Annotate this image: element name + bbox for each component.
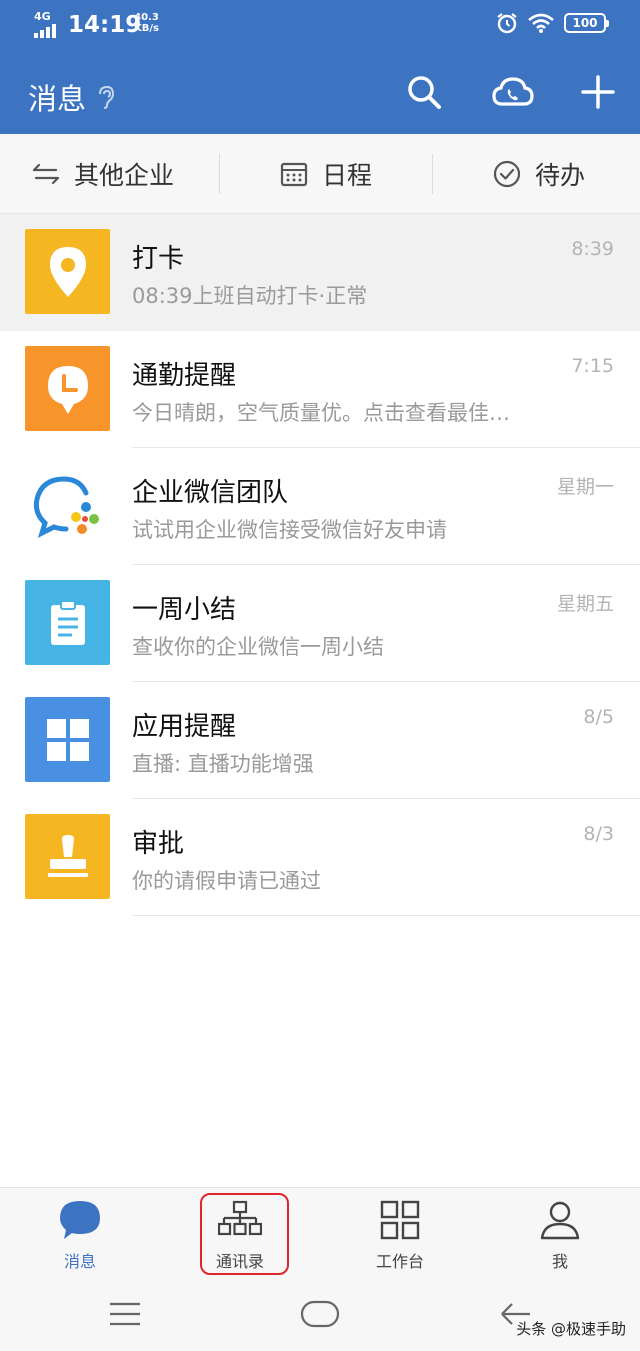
battery-icon: 100	[564, 13, 609, 33]
calendar-icon	[280, 162, 308, 187]
plus-icon[interactable]	[578, 72, 618, 112]
clock-pin-icon	[25, 346, 110, 431]
person-icon	[540, 1201, 580, 1240]
message-sender: 一周小结	[132, 595, 237, 625]
todo-label: 待办	[535, 161, 586, 190]
other-company-button[interactable]: 其他企业	[32, 134, 174, 214]
message-row-wecom-team[interactable]: 企业微信团队 试试用企业微信接受微信好友申请 星期一	[0, 448, 640, 565]
tab-label: 工作台	[375, 1252, 424, 1271]
message-row-approval[interactable]: 审批 你的请假申请已通过 8/3	[0, 799, 640, 916]
message-row-checkin[interactable]: 打卡 08:39上班自动打卡·正常 8:39	[0, 214, 640, 331]
location-icon	[25, 229, 110, 314]
chat-bubble-icon	[60, 1201, 100, 1239]
wecom-logo-icon	[25, 463, 110, 548]
schedule-button[interactable]: 日程	[280, 134, 372, 214]
speed-unit: KB/s	[134, 23, 159, 34]
message-row-weekly-summary[interactable]: 一周小结 查收你的企业微信一周小结 星期五	[0, 565, 640, 682]
message-time: 星期一	[556, 476, 614, 498]
network-type: 4G	[34, 10, 51, 23]
signal-icon	[34, 24, 56, 38]
bottom-navigation: 消息 通讯录 工作台 我	[0, 1187, 640, 1279]
schedule-label: 日程	[322, 161, 373, 190]
message-row-commute[interactable]: 通勤提醒 今日晴朗，空气质量优。点击查看最佳… 7:15	[0, 331, 640, 448]
tab-label: 消息	[63, 1252, 96, 1271]
divider	[219, 154, 220, 194]
message-preview: 试试用企业微信接受微信好友申请	[132, 518, 447, 542]
cloud-phone-icon[interactable]	[492, 72, 534, 112]
message-preview: 你的请假申请已通过	[132, 869, 321, 893]
tab-workbench[interactable]: 工作台	[320, 1188, 480, 1280]
quick-actions-bar: 其他企业 日程 待办	[0, 134, 640, 214]
other-company-label: 其他企业	[74, 161, 175, 190]
message-sender: 应用提醒	[132, 712, 237, 742]
speed-value: 40.3	[134, 12, 159, 23]
app-header: 4G 14:19 40.3 KB/s 100 消息	[0, 0, 640, 134]
message-time: 8/3	[583, 823, 614, 845]
home-icon[interactable]	[300, 1299, 340, 1329]
check-circle-icon	[493, 160, 521, 188]
message-time: 8:39	[571, 238, 614, 260]
tab-label: 我	[551, 1252, 568, 1271]
network-speed: 40.3 KB/s	[134, 12, 159, 34]
search-icon[interactable]	[404, 72, 444, 112]
message-sender: 企业微信团队	[132, 478, 289, 508]
message-preview: 直播: 直播功能增强	[132, 752, 314, 776]
status-right: 100	[496, 12, 609, 34]
message-row-app-reminder[interactable]: 应用提醒 直播: 直播功能增强 8/5	[0, 682, 640, 799]
grid-icon	[380, 1200, 420, 1240]
system-navigation-bar	[0, 1279, 640, 1351]
clipboard-icon	[25, 580, 110, 665]
todo-button[interactable]: 待办	[493, 134, 585, 214]
menu-icon[interactable]	[108, 1301, 142, 1327]
switch-arrows-icon	[32, 163, 60, 185]
message-preview: 查收你的企业微信一周小结	[132, 635, 384, 659]
row-divider	[132, 915, 640, 916]
grid-icon	[25, 697, 110, 782]
divider	[432, 154, 433, 194]
message-time: 7:15	[571, 355, 614, 377]
message-preview: 08:39上班自动打卡·正常	[132, 284, 368, 308]
watermark-text: 头条 @极速手助	[516, 1320, 626, 1338]
message-time: 8/5	[583, 706, 614, 728]
contacts-highlight-box	[200, 1193, 289, 1275]
message-sender: 审批	[132, 829, 185, 859]
ear-icon[interactable]	[96, 84, 116, 110]
message-sender: 打卡	[132, 244, 185, 274]
page-title: 消息	[28, 82, 87, 116]
message-sender: 通勤提醒	[132, 361, 237, 391]
message-time: 星期五	[556, 593, 614, 615]
message-preview: 今日晴朗，空气质量优。点击查看最佳…	[132, 401, 510, 425]
wifi-icon	[528, 13, 554, 33]
status-bar: 4G 14:19 40.3 KB/s 100	[0, 0, 640, 50]
tab-me[interactable]: 我	[480, 1188, 640, 1280]
tab-messages[interactable]: 消息	[0, 1188, 160, 1280]
stamp-icon	[25, 814, 110, 899]
alarm-icon	[497, 13, 517, 34]
clock-time: 14:19	[68, 12, 142, 38]
